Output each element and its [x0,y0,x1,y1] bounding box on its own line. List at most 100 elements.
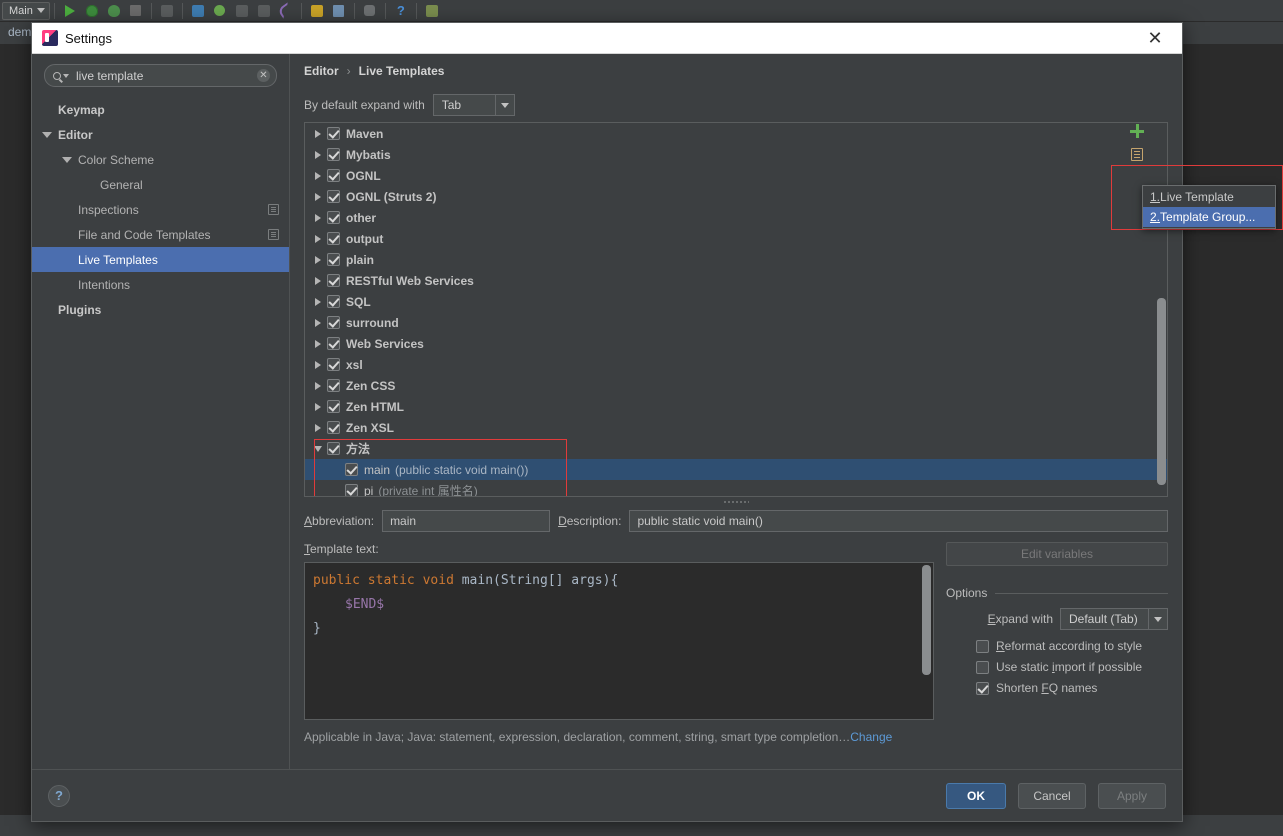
abbreviation-input[interactable]: main [382,510,550,532]
copy-settings-icon[interactable] [268,229,279,240]
chevron-right-icon[interactable] [311,424,325,432]
chevron-right-icon[interactable] [311,130,325,138]
chevron-right-icon[interactable] [311,277,325,285]
template-tree[interactable]: MavenMybatisOGNLOGNL (Struts 2)otheroutp… [304,122,1168,497]
tree-row[interactable]: output [305,228,1167,249]
description-input[interactable]: public static void main() [629,510,1168,532]
copy-settings-icon[interactable] [268,204,279,215]
chevron-right-icon[interactable] [311,361,325,369]
chevron-right-icon[interactable] [311,151,325,159]
tree-vertical-scrollbar[interactable] [1157,298,1166,485]
default-expand-dropdown[interactable]: Tab [433,94,515,116]
context-menu-item[interactable]: 1. Live Template [1143,187,1275,207]
sidebar-item-color-scheme[interactable]: Color Scheme [32,147,289,172]
sidebar-item-keymap[interactable]: Keymap [32,97,289,122]
chevron-right-icon[interactable] [311,319,325,327]
tree-row[interactable]: xsl [305,354,1167,375]
sidebar-item-general[interactable]: General [32,172,289,197]
change-contexts-link[interactable]: Change [850,730,892,744]
tree-row[interactable]: SQL [305,291,1167,312]
tree-row[interactable]: other [305,207,1167,228]
expand-with-dropdown[interactable]: Default (Tab) [1060,608,1168,630]
run-configuration-selector[interactable]: Main [2,2,50,20]
cancel-button[interactable]: Cancel [1018,783,1086,809]
option-row[interactable]: Shorten FQ names [946,681,1168,695]
tree-row-checkbox[interactable] [327,148,340,161]
tree-row-checkbox[interactable] [327,127,340,140]
context-menu-item[interactable]: 2. Template Group... [1143,207,1275,227]
diff-icon[interactable] [232,2,252,20]
tree-row[interactable]: plain [305,249,1167,270]
option-row[interactable]: Reformat according to style [946,639,1168,653]
tree-row-checkbox[interactable] [327,190,340,203]
template-editor-scrollbar[interactable] [922,565,931,675]
tree-row-checkbox[interactable] [327,316,340,329]
tree-row-checkbox[interactable] [327,274,340,287]
user-icon[interactable] [360,2,380,20]
tree-row-checkbox[interactable] [327,442,340,455]
tree-row-checkbox[interactable] [327,421,340,434]
chevron-right-icon[interactable] [311,214,325,222]
tree-row[interactable]: Zen HTML [305,396,1167,417]
tree-row-checkbox[interactable] [327,169,340,182]
tree-row-checkbox[interactable] [327,295,340,308]
duplicate-template-icon[interactable] [1131,148,1143,161]
help-icon[interactable]: ? [391,2,411,20]
tree-row[interactable]: Maven [305,123,1167,144]
project-structure-icon[interactable] [329,2,349,20]
tree-row[interactable]: Mybatis [305,144,1167,165]
tree-row[interactable]: Web Services [305,333,1167,354]
splitter-handle[interactable] [304,497,1168,506]
tree-row[interactable]: pi(private int 属性名) [305,480,1167,496]
tree-row-checkbox[interactable] [345,463,358,476]
tree-row[interactable]: OGNL [305,165,1167,186]
tree-row-checkbox[interactable] [327,211,340,224]
template-text-editor[interactable]: public static void main(String[] args){$… [304,562,934,720]
breadcrumb-parent[interactable]: Editor [304,64,339,78]
tree-row[interactable]: RESTful Web Services [305,270,1167,291]
tree-row[interactable]: Zen XSL [305,417,1167,438]
sidebar-item-intentions[interactable]: Intentions [32,272,289,297]
chevron-right-icon[interactable] [311,235,325,243]
help-icon[interactable]: ? [48,785,70,807]
tree-row-checkbox[interactable] [327,358,340,371]
marketplace-icon[interactable] [422,2,442,20]
chevron-right-icon[interactable] [311,382,325,390]
search-input[interactable] [74,68,257,84]
option-checkbox[interactable] [976,661,989,674]
chevron-right-icon[interactable] [311,403,325,411]
ok-button[interactable]: OK [946,783,1006,809]
tree-row[interactable]: main(public static void main()) [305,459,1167,480]
clear-search-icon[interactable]: ✕ [257,69,270,82]
settings-icon[interactable] [307,2,327,20]
sidebar-item-inspections[interactable]: Inspections [32,197,289,222]
sidebar-item-live-templates[interactable]: Live Templates [32,247,289,272]
run-icon[interactable] [60,2,80,20]
tree-row-checkbox[interactable] [327,253,340,266]
tree-row[interactable]: Zen CSS [305,375,1167,396]
coverage-icon[interactable] [104,2,124,20]
tree-row-checkbox[interactable] [327,232,340,245]
tree-row[interactable]: surround [305,312,1167,333]
chevron-right-icon[interactable] [311,193,325,201]
tree-row-checkbox[interactable] [345,484,358,496]
tree-row[interactable]: OGNL (Struts 2) [305,186,1167,207]
option-row[interactable]: Use static import if possible [946,660,1168,674]
close-icon[interactable]: ✕ [1142,25,1168,51]
sidebar-item-editor[interactable]: Editor [32,122,289,147]
option-checkbox[interactable] [976,640,989,653]
tree-row-checkbox[interactable] [327,400,340,413]
tree-row-checkbox[interactable] [327,337,340,350]
chevron-right-icon[interactable] [311,172,325,180]
undo-icon[interactable] [276,2,296,20]
commit-icon[interactable] [254,2,274,20]
apply-button[interactable]: Apply [1098,783,1166,809]
vcs-update-icon[interactable] [210,2,230,20]
chevron-right-icon[interactable] [311,340,325,348]
stop-icon[interactable] [126,2,146,20]
step-icon[interactable] [157,2,177,20]
debug-icon[interactable] [82,2,102,20]
sidebar-item-plugins[interactable]: Plugins [32,297,289,322]
chevron-right-icon[interactable] [311,298,325,306]
chevron-right-icon[interactable] [311,256,325,264]
